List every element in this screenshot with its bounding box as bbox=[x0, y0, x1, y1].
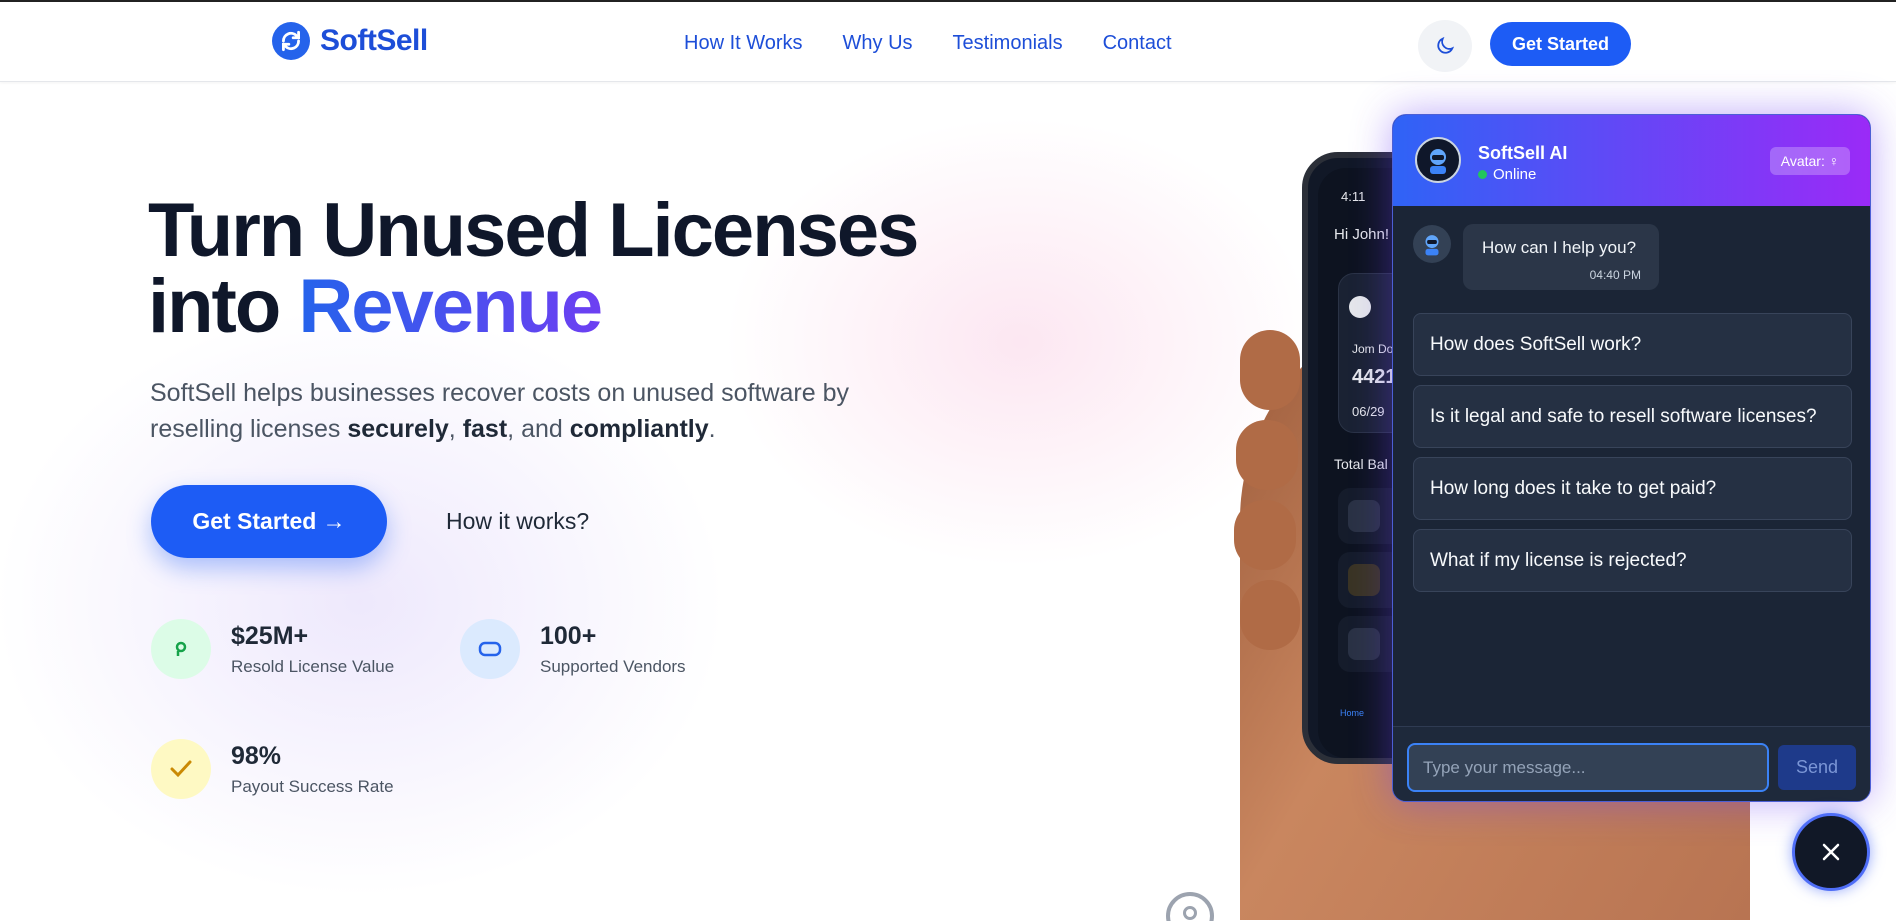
stat-payout-rate: 98% Payout Success Rate bbox=[151, 739, 394, 799]
stat-resold-value: $25M+ Resold License Value bbox=[151, 619, 394, 679]
robot-icon bbox=[1425, 235, 1439, 256]
chat-status: Online bbox=[1478, 166, 1536, 183]
message-text: How can I help you? bbox=[1482, 238, 1637, 257]
hero-get-started-button[interactable]: Get Started → bbox=[151, 485, 387, 558]
coin-icon bbox=[151, 619, 211, 679]
nav-how-it-works[interactable]: How It Works bbox=[684, 32, 803, 55]
hero-title-highlight: Revenue bbox=[298, 264, 603, 349]
hero-title-prefix: into bbox=[148, 264, 299, 349]
clipboard-icon bbox=[1348, 628, 1380, 660]
avatar-toggle-button[interactable]: Avatar: ♀ bbox=[1770, 147, 1850, 175]
close-icon bbox=[1822, 843, 1840, 861]
bot-message-avatar bbox=[1413, 225, 1451, 263]
vendor-icon bbox=[460, 619, 520, 679]
refresh-logo-icon bbox=[272, 22, 310, 60]
stat-label: Supported Vendors bbox=[540, 656, 686, 676]
scroll-indicator-dot bbox=[1183, 906, 1197, 920]
chat-message-input[interactable] bbox=[1407, 743, 1769, 792]
check-icon bbox=[151, 739, 211, 799]
card-name: Jom Do bbox=[1352, 342, 1394, 356]
finger-shape bbox=[1240, 580, 1300, 650]
subtitle-securely: securely bbox=[347, 415, 449, 443]
laptop-icon bbox=[1348, 500, 1380, 532]
chat-footer: Send bbox=[1393, 726, 1870, 801]
message-time: 04:40 PM bbox=[1589, 268, 1641, 282]
online-dot-icon bbox=[1478, 170, 1487, 179]
chat-header: SoftSell AI Online Avatar: ♀ bbox=[1393, 115, 1870, 206]
site-header: SoftSell How It Works Why Us Testimonial… bbox=[0, 2, 1896, 82]
nav-testimonials[interactable]: Testimonials bbox=[953, 32, 1063, 55]
hero-subtitle: SoftSell helps businesses recover costs … bbox=[150, 375, 910, 447]
subtitle-fast: fast bbox=[462, 415, 508, 443]
chat-bot-name: SoftSell AI bbox=[1478, 143, 1568, 163]
nav-why-us[interactable]: Why Us bbox=[843, 32, 913, 55]
stat-vendors: 100+ Supported Vendors bbox=[460, 619, 686, 679]
brand-logo[interactable]: SoftSell bbox=[272, 22, 428, 60]
phone-nav-home: Home bbox=[1340, 708, 1365, 718]
finger-shape bbox=[1240, 330, 1300, 410]
moon-icon bbox=[1437, 36, 1455, 54]
suggested-question[interactable]: Is it legal and safe to resell software … bbox=[1413, 385, 1852, 448]
card-number: 4421 bbox=[1352, 366, 1397, 388]
subtitle-end: . bbox=[708, 415, 716, 443]
bot-avatar bbox=[1415, 137, 1461, 183]
suggested-question[interactable]: How long does it take to get paid? bbox=[1413, 457, 1852, 520]
stat-label: Payout Success Rate bbox=[231, 776, 394, 796]
bot-message-bubble: How can I help you? 04:40 PM bbox=[1463, 224, 1659, 290]
stat-label: Resold License Value bbox=[231, 656, 395, 676]
phone-time: 4:11 bbox=[1341, 189, 1366, 204]
subtitle-sep: , bbox=[448, 415, 463, 443]
robot-icon bbox=[1430, 149, 1446, 174]
card-expiry: 06/29 bbox=[1352, 404, 1385, 419]
stat-value: $25M+ bbox=[231, 621, 309, 650]
nav-contact[interactable]: Contact bbox=[1103, 32, 1172, 55]
document-icon bbox=[1348, 564, 1380, 596]
main-nav: How It Works Why Us Testimonials Contact bbox=[684, 32, 1172, 55]
suggested-question[interactable]: What if my license is rejected? bbox=[1413, 529, 1852, 592]
card-logo-icon bbox=[1349, 296, 1371, 318]
subtitle-sep: , and bbox=[507, 415, 570, 443]
balance-label: Total Bal bbox=[1334, 456, 1388, 472]
finger-shape bbox=[1236, 420, 1298, 490]
chat-widget: SoftSell AI Online Avatar: ♀ How can I h… bbox=[1392, 114, 1871, 802]
hero-title-line1: Turn Unused Licenses bbox=[148, 188, 919, 273]
status-text: Online bbox=[1493, 166, 1537, 183]
hero-title: Turn Unused Licenses into Revenue bbox=[148, 188, 919, 345]
stat-value: 98% bbox=[231, 741, 282, 770]
brand-name: SoftSell bbox=[320, 24, 428, 57]
how-it-works-link[interactable]: How it works? bbox=[446, 508, 589, 535]
chat-messages: How can I help you? 04:40 PM How does So… bbox=[1393, 206, 1870, 726]
suggested-question[interactable]: How does SoftSell work? bbox=[1413, 313, 1852, 376]
finger-shape bbox=[1234, 500, 1296, 570]
send-button[interactable]: Send bbox=[1778, 745, 1856, 790]
stat-value: 100+ bbox=[540, 621, 597, 650]
header-get-started-button[interactable]: Get Started bbox=[1490, 22, 1631, 66]
theme-toggle-button[interactable] bbox=[1418, 20, 1472, 72]
subtitle-compliantly: compliantly bbox=[569, 415, 709, 443]
phone-greeting: Hi John! bbox=[1334, 226, 1390, 243]
chat-close-button[interactable] bbox=[1792, 813, 1870, 891]
